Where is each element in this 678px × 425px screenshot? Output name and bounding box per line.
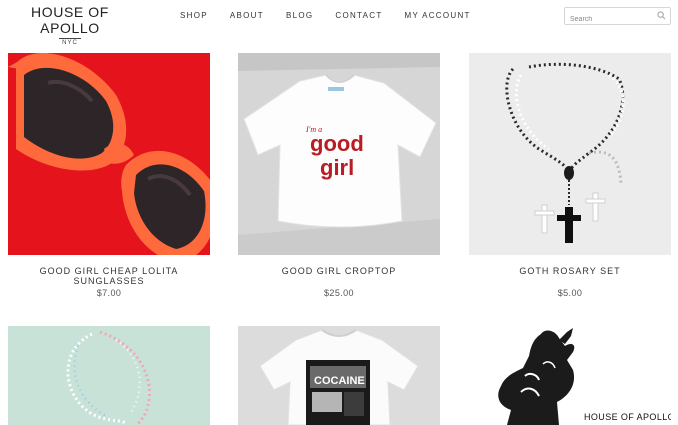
product-price-sunglasses: $7.00 bbox=[96, 288, 122, 298]
cocaine-tshirt-image: COCAINE bbox=[238, 326, 440, 425]
product-image-statue[interactable]: HOUSE OF APOLLO bbox=[469, 326, 671, 425]
search-icon[interactable] bbox=[657, 11, 666, 20]
search-box bbox=[564, 7, 671, 28]
product-title-sunglasses[interactable]: GOOD GIRL CHEAP LOLITA SUNGLASSES bbox=[8, 266, 210, 286]
nav-my-account[interactable]: MY ACCOUNT bbox=[405, 11, 471, 20]
heart-sunglasses-image bbox=[8, 53, 210, 255]
product-price-rosary: $5.00 bbox=[557, 288, 583, 298]
croptop-image: I'm a good girl bbox=[238, 53, 440, 255]
main-nav: SHOP ABOUT BLOG CONTACT MY ACCOUNT bbox=[180, 11, 493, 20]
statue-logo-image: HOUSE OF APOLLO bbox=[469, 326, 671, 425]
nav-contact[interactable]: CONTACT bbox=[335, 11, 382, 20]
nav-blog[interactable]: BLOG bbox=[286, 11, 313, 20]
brand-subtitle: NYC bbox=[62, 40, 78, 46]
statue-logo-text: HOUSE OF APOLLO bbox=[584, 412, 671, 422]
pastel-rosary-image bbox=[8, 326, 210, 425]
product-image-sunglasses[interactable] bbox=[8, 53, 210, 255]
product-title-croptop[interactable]: GOOD GIRL CROPTOP bbox=[238, 266, 440, 276]
croptop-print-good: good bbox=[310, 131, 364, 156]
product-image-cocaine-tshirt[interactable]: COCAINE bbox=[238, 326, 440, 425]
nav-about[interactable]: ABOUT bbox=[230, 11, 264, 20]
product-price-croptop: $25.00 bbox=[324, 288, 354, 298]
brand-name: HOUSE OF APOLLO bbox=[31, 4, 109, 36]
product-title-rosary[interactable]: GOTH ROSARY SET bbox=[469, 266, 671, 276]
search-input[interactable] bbox=[565, 11, 653, 28]
product-image-rosary[interactable] bbox=[469, 53, 671, 255]
product-image-pastel-rosary[interactable] bbox=[8, 326, 210, 425]
product-image-croptop[interactable]: I'm a good girl bbox=[238, 53, 440, 255]
tshirt-print-text: COCAINE bbox=[314, 375, 365, 387]
croptop-print-girl: girl bbox=[320, 155, 354, 180]
nav-shop[interactable]: SHOP bbox=[180, 11, 208, 20]
logo-divider bbox=[59, 38, 81, 39]
rosary-image bbox=[469, 53, 671, 255]
brand-logo[interactable]: HOUSE OF APOLLO NYC bbox=[10, 4, 130, 46]
